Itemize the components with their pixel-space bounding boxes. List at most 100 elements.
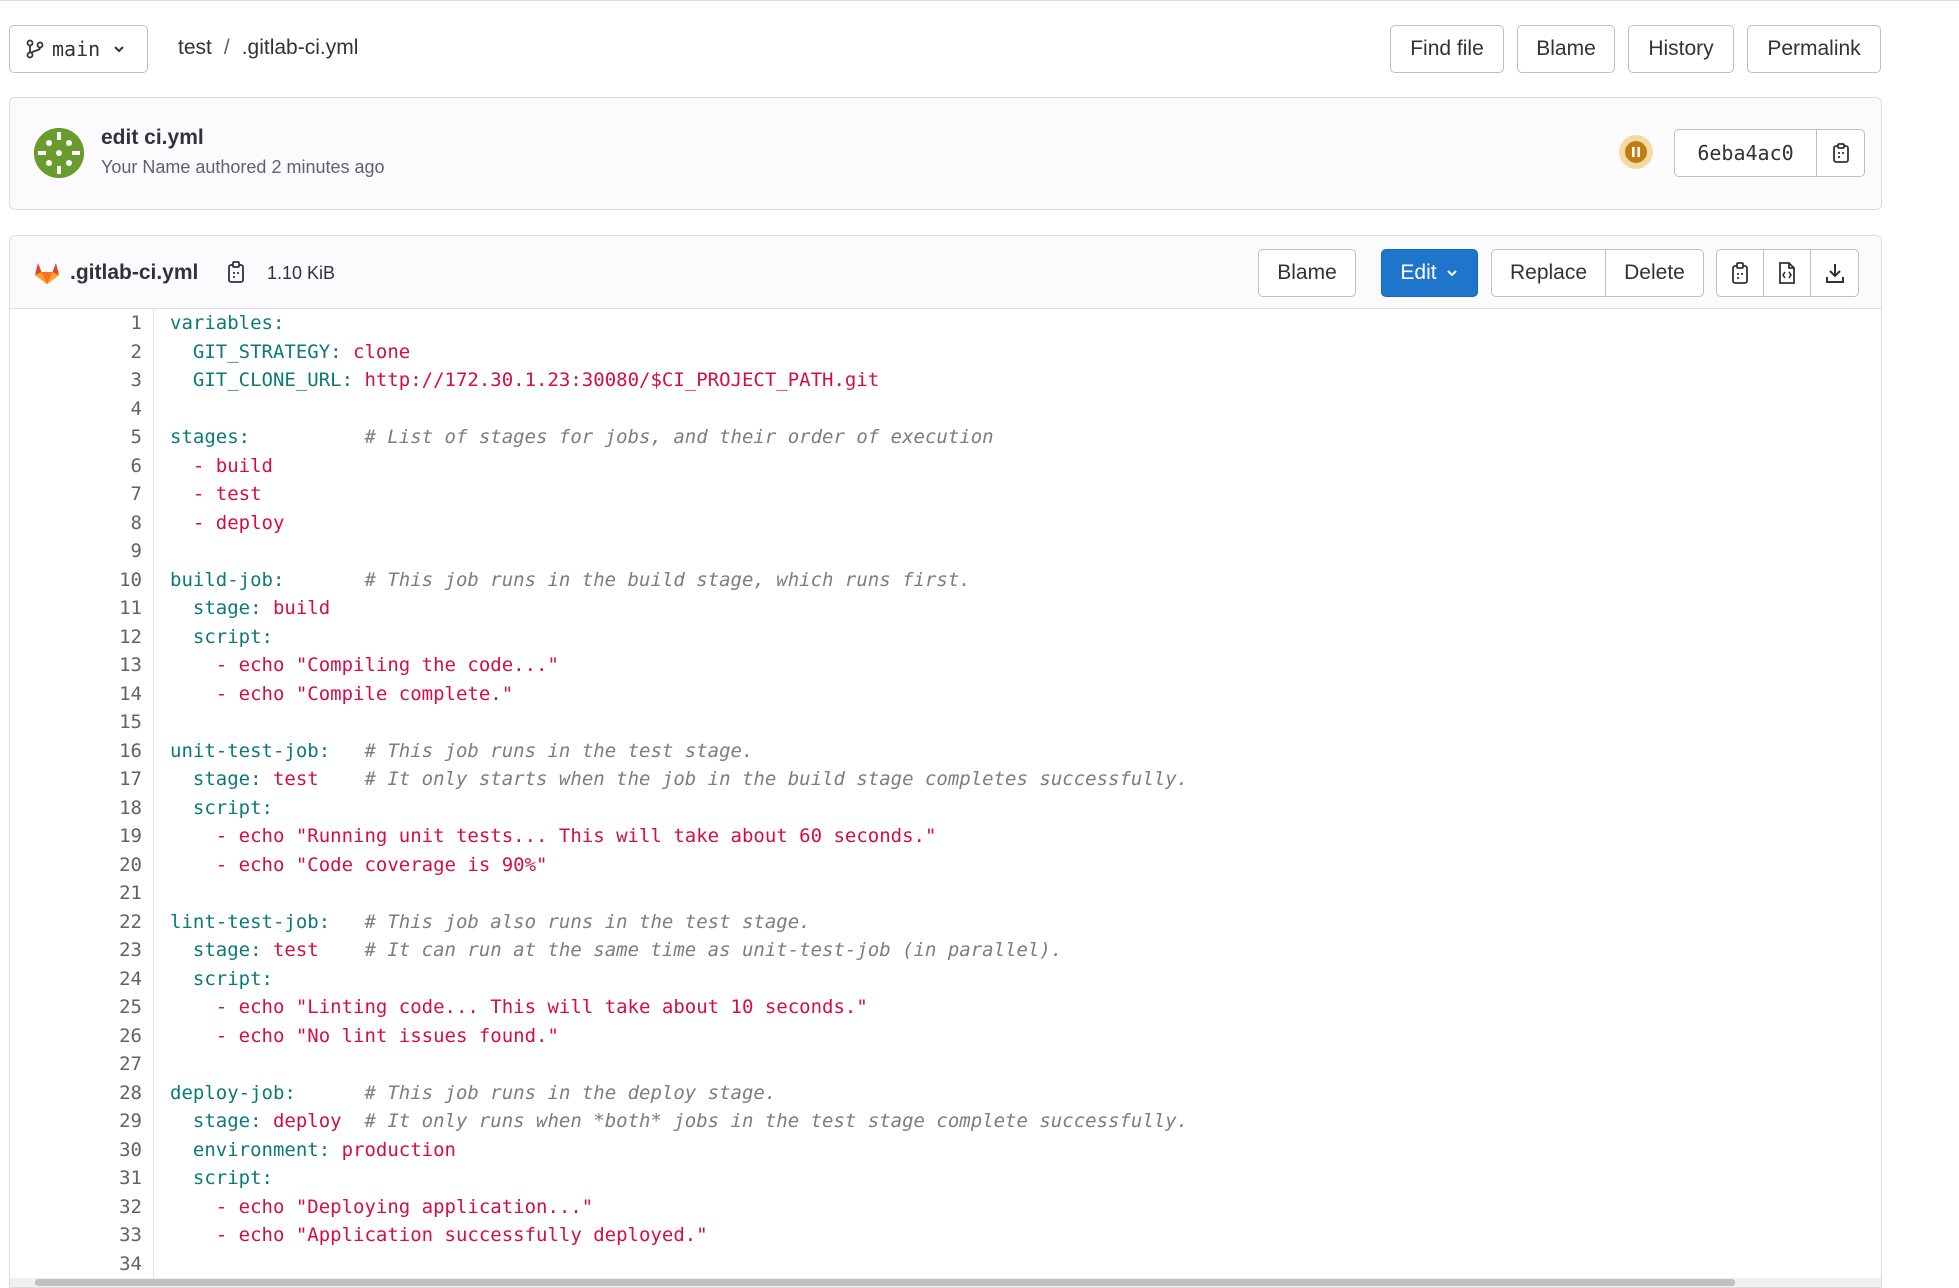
avatar[interactable] xyxy=(34,128,84,178)
line-number[interactable]: 23 xyxy=(10,939,142,961)
code-token: unit-test-job: xyxy=(170,739,331,762)
code-text: script: xyxy=(170,1167,273,1189)
code-line: 6 - build xyxy=(10,452,1881,481)
line-number[interactable]: 14 xyxy=(10,683,142,705)
line-number[interactable]: 28 xyxy=(10,1082,142,1104)
code-line: 23 stage: test # It can run at the same … xyxy=(10,936,1881,965)
line-number[interactable]: 32 xyxy=(10,1196,142,1218)
code-line: 26 - echo "No lint issues found." xyxy=(10,1022,1881,1051)
code-token: stage: xyxy=(170,1110,262,1133)
code-text: stage: deploy # It only runs when *both*… xyxy=(170,1110,1188,1132)
line-number[interactable]: 27 xyxy=(10,1053,142,1075)
download-icon xyxy=(1825,264,1844,283)
line-number[interactable]: 26 xyxy=(10,1025,142,1047)
code-token: variables: xyxy=(170,312,285,335)
code-text: - echo "Deploying application..." xyxy=(170,1196,594,1218)
line-number[interactable]: 9 xyxy=(10,540,142,562)
code-text: - echo "Application successfully deploye… xyxy=(170,1224,708,1246)
line-number[interactable]: 25 xyxy=(10,996,142,1018)
code-line: 27 xyxy=(10,1050,1881,1079)
line-number[interactable]: 21 xyxy=(10,882,142,904)
breadcrumb-project[interactable]: test xyxy=(178,36,212,60)
edit-button[interactable]: Edit xyxy=(1381,249,1478,297)
commit-sha[interactable]: 6eba4ac0 xyxy=(1675,130,1817,176)
code-token: - echo "Application successfully deploye… xyxy=(170,1224,708,1247)
line-number[interactable]: 29 xyxy=(10,1110,142,1132)
line-number[interactable]: 24 xyxy=(10,968,142,990)
code-line: 8 - deploy xyxy=(10,509,1881,538)
code-token: clone xyxy=(341,340,411,363)
line-number[interactable]: 22 xyxy=(10,911,142,933)
permalink-button[interactable]: Permalink xyxy=(1747,25,1881,73)
code-token: stage: xyxy=(170,768,262,791)
blame-file-button[interactable]: Blame xyxy=(1258,249,1356,297)
horizontal-scrollbar[interactable] xyxy=(10,1278,1881,1287)
line-number[interactable]: 8 xyxy=(10,512,142,534)
code-token: - test xyxy=(170,483,262,506)
code-text: - echo "No lint issues found." xyxy=(170,1025,559,1047)
line-number[interactable]: 17 xyxy=(10,768,142,790)
line-number[interactable]: 34 xyxy=(10,1253,142,1275)
history-button[interactable]: History xyxy=(1628,25,1734,73)
line-number[interactable]: 15 xyxy=(10,711,142,733)
line-number[interactable]: 12 xyxy=(10,626,142,648)
line-number[interactable]: 2 xyxy=(10,341,142,363)
line-number[interactable]: 31 xyxy=(10,1167,142,1189)
branch-selector[interactable]: main xyxy=(9,25,148,73)
code-token: lint-test-job: xyxy=(170,910,331,933)
pipeline-status-icon[interactable] xyxy=(1619,135,1653,169)
code-token: http://172.30.1.23:30080/$CI_PROJECT_PAT… xyxy=(353,369,880,392)
code-line: 25 - echo "Linting code... This will tak… xyxy=(10,993,1881,1022)
line-number[interactable]: 13 xyxy=(10,654,142,676)
code-token: environment: xyxy=(170,1138,331,1161)
copy-contents-button[interactable] xyxy=(1716,249,1764,297)
line-number[interactable]: 11 xyxy=(10,597,142,619)
code-token: script: xyxy=(170,1167,273,1190)
code-text: stages: # List of stages for jobs, and t… xyxy=(170,426,994,448)
line-number[interactable]: 1 xyxy=(10,312,142,334)
line-number[interactable]: 20 xyxy=(10,854,142,876)
code-text: build-job: # This job runs in the build … xyxy=(170,569,971,591)
code-line: 21 xyxy=(10,879,1881,908)
line-number[interactable]: 3 xyxy=(10,369,142,391)
delete-button[interactable]: Delete xyxy=(1606,249,1704,297)
code-line: 11 stage: build xyxy=(10,594,1881,623)
code-view[interactable]: 1 variables: 2 GIT_STRATEGY: clone 3 GIT_CL… xyxy=(10,309,1881,1279)
top-divider xyxy=(0,0,1959,1)
scrollbar-thumb[interactable] xyxy=(35,1279,1735,1286)
line-number[interactable]: 30 xyxy=(10,1139,142,1161)
line-number[interactable]: 7 xyxy=(10,483,142,505)
code-line: 5 stages: # List of stages for jobs, and … xyxy=(10,423,1881,452)
code-token: # This job also runs in the test stage. xyxy=(330,910,811,933)
line-number[interactable]: 5 xyxy=(10,426,142,448)
line-number[interactable]: 10 xyxy=(10,569,142,591)
code-token: stage: xyxy=(170,597,262,620)
open-raw-button[interactable] xyxy=(1764,249,1811,297)
line-number[interactable]: 16 xyxy=(10,740,142,762)
download-button[interactable] xyxy=(1811,249,1859,297)
line-number[interactable]: 4 xyxy=(10,398,142,420)
replace-button[interactable]: Replace xyxy=(1491,249,1606,297)
code-token: - echo "Running unit tests... This will … xyxy=(170,825,937,848)
line-number[interactable]: 19 xyxy=(10,825,142,847)
breadcrumb: test / .gitlab-ci.yml xyxy=(178,36,358,60)
code-token: stage: xyxy=(170,939,262,962)
code-line: 7 - test xyxy=(10,480,1881,509)
copy-file-path-button[interactable] xyxy=(226,260,246,289)
code-token: - deploy xyxy=(170,511,285,534)
line-number[interactable]: 6 xyxy=(10,455,142,477)
blame-button[interactable]: Blame xyxy=(1517,25,1615,73)
code-text: unit-test-job: # This job runs in the te… xyxy=(170,740,753,762)
find-file-button[interactable]: Find file xyxy=(1390,25,1504,73)
line-number[interactable]: 18 xyxy=(10,797,142,819)
code-token: - echo "Compile complete." xyxy=(170,682,514,705)
code-token: - echo "No lint issues found." xyxy=(170,1024,559,1047)
code-token: - build xyxy=(170,454,273,477)
commit-title[interactable]: edit ci.yml xyxy=(101,126,204,150)
code-text: deploy-job: # This job runs in the deplo… xyxy=(170,1082,776,1104)
code-text: script: xyxy=(170,968,273,990)
copy-sha-button[interactable] xyxy=(1817,130,1864,176)
line-number[interactable]: 33 xyxy=(10,1224,142,1246)
code-token: # This job runs in the test stage. xyxy=(330,739,754,762)
code-token: script: xyxy=(170,625,273,648)
